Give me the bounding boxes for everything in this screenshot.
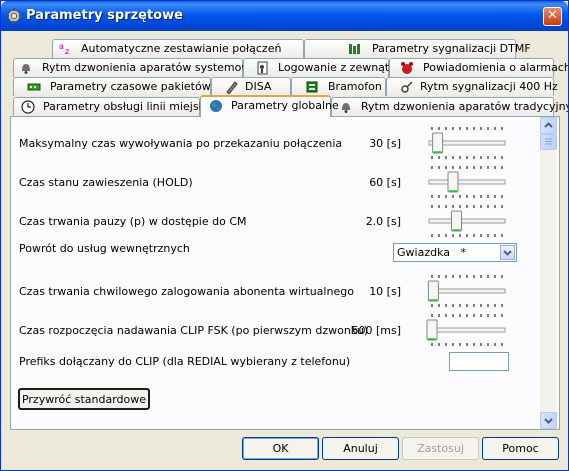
- scroll-thumb[interactable]: [540, 134, 557, 150]
- apply-button[interactable]: Zastosuj: [402, 437, 479, 460]
- bells-icon: [342, 103, 350, 113]
- slider-thumb[interactable]: [451, 210, 462, 232]
- help-button[interactable]: Pomoc: [482, 437, 559, 460]
- internal-return-label: Powrót do usług wewnętrznych: [19, 242, 190, 255]
- tab-label: Rytm dzwonienia aparatów systemowych: [42, 61, 270, 74]
- tab-label: Rytm sygnalizacji 400 Hz: [420, 80, 558, 93]
- title-bar[interactable]: Parametry sprzętowe ✕: [1, 1, 568, 31]
- hold-time-label: Czas stanu zawieszenia (HOLD): [19, 176, 193, 189]
- svg-text:a: a: [59, 42, 64, 51]
- panel-scrollbar[interactable]: [540, 117, 557, 429]
- signal-icon: [401, 81, 413, 93]
- tab-label: Bramofon: [328, 80, 382, 93]
- tab-label: Parametry sygnalizacji DTMF: [372, 42, 531, 55]
- pause-time-label: Czas trwania pauzy (p) w dostępie do CM: [19, 215, 247, 228]
- tab-disa[interactable]: DISA: [211, 77, 291, 96]
- pause-time-slider[interactable]: [426, 201, 508, 241]
- clip-fsk-time-slider[interactable]: [426, 310, 508, 350]
- tab-alarm-notifications[interactable]: Powiadomienia o alarmach: [389, 58, 568, 77]
- max-call-time-slider[interactable]: [426, 123, 508, 163]
- pause-time-value: 2.0 [s]: [365, 215, 401, 228]
- tab-traditional-ring-rhythm[interactable]: Rytm dzwonienia aparatów tradycyjnych: [331, 97, 568, 116]
- tab-global-params[interactable]: Parametry globalne: [200, 95, 339, 117]
- tab-external-login[interactable]: Logowanie z zewnątrz: [243, 58, 400, 77]
- slider-track: [428, 288, 506, 294]
- settings-gear-icon: [6, 8, 22, 24]
- restore-defaults-button[interactable]: Przywróć standardowe: [18, 388, 150, 410]
- max-call-time-label: Maksymalny czas wywoływania po przekazan…: [19, 137, 343, 150]
- tab-packet-timing[interactable]: Parametry czasowe pakietów: [13, 77, 211, 96]
- dropdown-button[interactable]: [500, 245, 515, 260]
- tab-label: DISA: [245, 80, 272, 93]
- slider-thumb[interactable]: [447, 171, 459, 193]
- tab-400hz-rhythm[interactable]: Rytm sygnalizacji 400 Hz: [386, 77, 558, 96]
- intercom-icon: [306, 81, 318, 93]
- slider-track: [428, 327, 506, 333]
- clip-fsk-time-value: 500 [ms]: [351, 324, 401, 337]
- virtual-login-time-slider[interactable]: [426, 271, 508, 311]
- key-login-icon: [257, 61, 268, 75]
- clip-prefix-input[interactable]: [449, 352, 509, 371]
- slider-thumb[interactable]: [432, 132, 444, 154]
- globe-icon: [210, 100, 222, 112]
- max-call-time-value: 30 [s]: [369, 137, 401, 150]
- close-button[interactable]: ✕: [543, 7, 562, 26]
- tab-label: Parametry globalne: [231, 99, 339, 112]
- scroll-up-button[interactable]: [540, 117, 557, 134]
- packet-icon: [27, 83, 41, 91]
- hold-time-value: 60 [s]: [369, 176, 401, 189]
- hold-time-slider[interactable]: [426, 162, 508, 202]
- bells-icon: [22, 64, 30, 74]
- scroll-down-button[interactable]: [540, 412, 557, 429]
- clip-prefix-label: Prefiks dołączany do CLIP (dla REDIAL wy…: [19, 355, 351, 368]
- chevron-down-icon: [503, 250, 512, 256]
- dialog-window: Parametry sprzętowe ✕ a z Automatyczne z…: [0, 0, 569, 471]
- tab-label: Parametry obsługi linii miejskich: [43, 100, 222, 113]
- az-sort-icon: a z: [59, 42, 69, 56]
- dtmf-bars-icon: [349, 44, 360, 54]
- clip-fsk-time-label: Czas rozpoczęcia nadawania CLIP FSK (po …: [19, 324, 369, 337]
- tab-dtmf-params[interactable]: Parametry sygnalizacji DTMF: [304, 39, 531, 58]
- disa-icon: [226, 81, 238, 94]
- svg-text:z: z: [65, 47, 69, 56]
- global-params-panel: Maksymalny czas wywoływania po przekazan…: [10, 116, 560, 430]
- chevron-down-icon: [544, 418, 553, 424]
- tab-label: Parametry czasowe pakietów: [50, 80, 211, 93]
- close-icon: ✕: [547, 8, 558, 23]
- slider-thumb[interactable]: [427, 280, 439, 302]
- slider-track: [428, 179, 506, 185]
- tab-intercom[interactable]: Bramofon: [291, 77, 386, 96]
- tab-label: Automatyczne zestawianie połączeń: [81, 42, 282, 55]
- virtual-login-time-label: Czas trwania chwilowego zalogowania abon…: [19, 285, 354, 298]
- tab-city-lines-params[interactable]: Parametry obsługi linii miejskich: [13, 97, 221, 116]
- cancel-button[interactable]: Anuluj: [322, 437, 399, 460]
- slider-track: [428, 218, 506, 224]
- internal-return-selected: Gwiazdka *: [397, 246, 466, 259]
- tab-label: Rytm dzwonienia aparatów tradycyjnych: [361, 100, 569, 113]
- grip-icon: [545, 138, 552, 145]
- window-title: Parametry sprzętowe: [26, 8, 183, 23]
- tab-label: Logowanie z zewnątrz: [278, 61, 400, 74]
- chevron-up-icon: [544, 122, 553, 128]
- clock-icon: [21, 100, 35, 114]
- tab-system-ring-rhythm[interactable]: Rytm dzwonienia aparatów systemowych: [13, 58, 270, 77]
- tab-auto-connections[interactable]: a z Automatyczne zestawianie połączeń: [52, 39, 304, 58]
- slider-thumb[interactable]: [426, 319, 438, 341]
- internal-return-select[interactable]: Gwiazdka *: [393, 243, 517, 262]
- virtual-login-time-value: 10 [s]: [369, 285, 401, 298]
- tab-label: Powiadomienia o alarmach: [423, 61, 569, 74]
- alarm-icon: [401, 62, 413, 74]
- ok-button[interactable]: OK: [242, 437, 319, 460]
